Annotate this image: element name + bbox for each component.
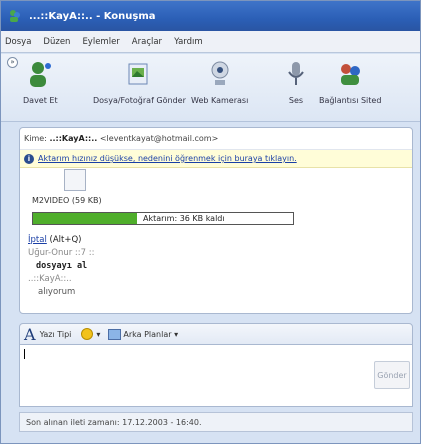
recipient-line: Kime: ..::KayA::.. <leventkayat@hotmail.…: [20, 128, 412, 150]
info-icon: i: [24, 153, 34, 164]
message-text: alıyorum: [38, 287, 76, 297]
conversation-panel: Kime: ..::KayA::.. <leventkayat@hotmail.…: [19, 127, 413, 314]
file-name: M2VIDEO (59 KB): [32, 196, 102, 205]
format-toolbar: A Yazı Tipi ▾ Arka Planlar ▾: [19, 323, 413, 345]
cancel-shortcut: (Alt+Q): [49, 235, 82, 245]
transfer-progress-bar: Aktarım: 36 KB kaldı: [32, 212, 294, 225]
info-bar[interactable]: i Aktarım hızınız düşükse, nedenini öğre…: [20, 150, 412, 168]
sender-line: Uğur-Onur ::7 ::: [28, 248, 95, 258]
background-icon[interactable]: [108, 328, 122, 340]
toolbar-webcam-button[interactable]: Web Kamerası: [191, 58, 248, 105]
send-button[interactable]: Gönder: [374, 361, 410, 389]
cancel-transfer-link[interactable]: İptal: [28, 235, 47, 245]
toolbar-chevron-button[interactable]: »: [7, 57, 18, 68]
recipient-name: ..::KayA::..: [49, 134, 98, 143]
font-icon[interactable]: A: [24, 325, 36, 344]
message-text: dosyayı al: [36, 261, 88, 271]
webcam-icon: [211, 61, 229, 85]
toolbar-send-files-label: Dosya/Fotoğraf Gönder: [93, 96, 186, 105]
status-bar: Son alınan ileti zamanı: 17.12.2003 - 16…: [19, 412, 413, 432]
progress-fill: [33, 213, 137, 224]
title-bar[interactable]: ...::KayA::.. - Konuşma: [1, 1, 420, 31]
recipient-prefix: Kime:: [24, 134, 47, 143]
audio-icon: [288, 62, 304, 85]
menu-edit[interactable]: Düzen: [43, 37, 70, 47]
messenger-window: ...::KayA::.. - Konuşma Dosya Düzen Eyle…: [0, 0, 421, 444]
messenger-icon: [10, 10, 20, 22]
toolbar-activities-button[interactable]: Bağlantısı Sited: [319, 58, 381, 105]
toolbar: » Davet Et Dosya/Fotoğraf Gönder Web Kam…: [1, 54, 420, 122]
text-caret: [24, 349, 25, 359]
emoticon-icon[interactable]: [81, 328, 94, 340]
font-button-label[interactable]: Yazı Tipi: [40, 330, 72, 339]
toolbar-invite-label: Davet Et: [23, 96, 58, 105]
message-input[interactable]: Gönder: [19, 345, 413, 407]
menu-file[interactable]: Dosya: [5, 37, 31, 47]
background-button-label[interactable]: Arka Planlar ▾: [123, 330, 178, 339]
file-transfer-icon: [64, 169, 86, 191]
toolbar-activities-label: Bağlantısı Sited: [319, 96, 382, 105]
invite-contact-icon: [30, 62, 52, 87]
emoticon-dropdown[interactable]: ▾: [96, 330, 100, 339]
progress-text: Aktarım: 36 KB kaldı: [141, 214, 227, 223]
info-link[interactable]: Aktarım hızınız düşükse, nedenini öğrenm…: [38, 154, 297, 163]
menu-bar: Dosya Düzen Eylemler Araçlar Yardım: [1, 31, 420, 53]
menu-actions[interactable]: Eylemler: [82, 37, 119, 47]
chat-history: İptal (Alt+Q) Uğur-Onur ::7 :: dosyayı a…: [28, 234, 95, 299]
send-files-icon: [128, 63, 148, 85]
toolbar-invite-button[interactable]: Davet Et: [23, 58, 58, 105]
menu-tools[interactable]: Araçlar: [132, 37, 162, 47]
activities-icon: [341, 64, 361, 85]
toolbar-webcam-label: Web Kamerası: [191, 96, 249, 105]
window-title: ...::KayA::.. - Konuşma: [29, 10, 156, 22]
sender-line: ..::KayA::..: [28, 274, 72, 284]
recipient-email: <leventkayat@hotmail.com>: [99, 134, 219, 143]
toolbar-audio-button[interactable]: Ses: [280, 58, 312, 105]
toolbar-send-files-button[interactable]: Dosya/Fotoğraf Gönder: [93, 58, 186, 105]
toolbar-audio-label: Ses: [288, 96, 304, 105]
menu-help[interactable]: Yardım: [174, 37, 203, 47]
